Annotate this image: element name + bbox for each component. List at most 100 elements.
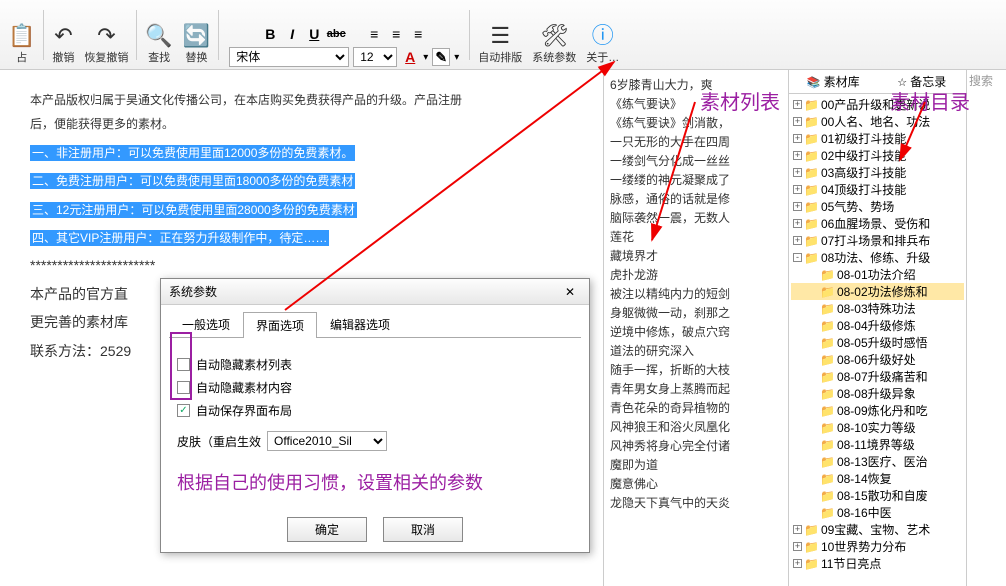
tree-item[interactable]: +📁00产品升级和更新说 <box>791 96 964 113</box>
list-item[interactable]: 身躯微微一动，刹那之 <box>610 304 782 321</box>
tab-general[interactable]: 一般选项 <box>169 311 243 337</box>
list-item[interactable]: 虎扑龙游 <box>610 266 782 283</box>
tree-item[interactable]: 📁08-10实力等级 <box>791 419 964 436</box>
list-item[interactable]: 逆境中修炼，破点穴窍 <box>610 323 782 340</box>
sysparam-button[interactable]: 🛠系统参数 <box>528 2 580 67</box>
checkbox-hide-list[interactable] <box>177 358 190 371</box>
tree-item[interactable]: +📁02中级打斗技能 <box>791 147 964 164</box>
list-item[interactable]: 莲花 <box>610 228 782 245</box>
tree-item[interactable]: 📁08-02功法修炼和 <box>791 283 964 300</box>
tab-editor[interactable]: 编辑器选项 <box>317 311 403 337</box>
tree-item[interactable]: +📁09宝藏、宝物、艺术 <box>791 521 964 538</box>
tree-item[interactable]: +📁07打斗场景和排兵布 <box>791 232 964 249</box>
list-item[interactable]: 《练气要诀》剑消散， <box>610 114 782 131</box>
tree-item[interactable]: 📁08-11境界等级 <box>791 436 964 453</box>
size-select[interactable]: 12 <box>353 47 397 67</box>
list-item[interactable]: 青年男女身上蒸腾而起 <box>610 380 782 397</box>
tree-item[interactable]: 📁08-07升级痛苦和 <box>791 368 964 385</box>
replace-button[interactable]: 🔄替换 <box>179 2 214 67</box>
list-item[interactable]: 龙隐天下真气中的天炎 <box>610 494 782 511</box>
tree-item[interactable]: +📁00人名、地名、功法 <box>791 113 964 130</box>
tree-item[interactable]: +📁04顶级打斗技能 <box>791 181 964 198</box>
align-right-button[interactable]: ≡ <box>409 25 427 43</box>
checkbox-save-layout[interactable]: ✓ <box>177 404 190 417</box>
autolayout-button[interactable]: ☰自动排版 <box>474 2 526 67</box>
expand-icon[interactable]: + <box>793 185 802 194</box>
undo-button[interactable]: ↶撤销 <box>48 2 78 67</box>
expand-icon[interactable]: + <box>793 559 802 568</box>
skin-select[interactable]: Office2010_Sil <box>267 431 387 451</box>
highlight-button[interactable]: ✎ <box>432 48 450 66</box>
find-button[interactable]: 🔍查找 <box>141 2 176 67</box>
expand-icon[interactable]: + <box>793 134 802 143</box>
tree[interactable]: +📁00产品升级和更新说+📁00人名、地名、功法+📁01初级打斗技能+📁02中级… <box>789 94 966 586</box>
tree-item[interactable]: +📁11节日亮点 <box>791 555 964 572</box>
list-item[interactable]: 脑际袭然一震，无数人 <box>610 209 782 226</box>
about-button[interactable]: ⓘ关于… <box>582 2 623 67</box>
list-item[interactable]: 一缕剑气分化成一丝丝 <box>610 152 782 169</box>
list-item[interactable]: 脉感，通俗的话就是修 <box>610 190 782 207</box>
list-item[interactable]: 6岁膝青山大力，爽 <box>610 76 782 93</box>
list-item[interactable]: 《练气要诀》 <box>610 95 782 112</box>
list-item[interactable]: 一只无形的大手在四周 <box>610 133 782 150</box>
list-item[interactable]: 魔即为道 <box>610 456 782 473</box>
italic-button[interactable]: I <box>283 25 301 43</box>
close-icon[interactable]: ✕ <box>559 285 581 299</box>
tab-memo[interactable]: ☆ 备忘录 <box>878 70 967 93</box>
tree-item[interactable]: 📁08-08升级异象 <box>791 385 964 402</box>
search-panel[interactable]: 搜索 <box>966 70 1006 586</box>
ok-button[interactable]: 确定 <box>287 517 367 542</box>
tree-item[interactable]: -📁08功法、修练、升级 <box>791 249 964 266</box>
list-item[interactable]: 被注以精纯内力的短剑 <box>610 285 782 302</box>
underline-button[interactable]: U <box>305 25 323 43</box>
align-center-button[interactable]: ≡ <box>387 25 405 43</box>
tree-item[interactable]: 📁08-15散功和自废 <box>791 487 964 504</box>
tree-item[interactable]: +📁10世界势力分布 <box>791 538 964 555</box>
tree-item[interactable]: 📁08-13医疗、医治 <box>791 453 964 470</box>
tree-item[interactable]: 📁08-16中医 <box>791 504 964 521</box>
tab-material-lib[interactable]: 📚 素材库 <box>789 70 878 93</box>
expand-icon[interactable]: + <box>793 117 802 126</box>
tree-item[interactable]: 📁08-06升级好处 <box>791 351 964 368</box>
expand-icon[interactable]: + <box>793 168 802 177</box>
tree-item[interactable]: 📁08-03特殊功法 <box>791 300 964 317</box>
tree-item[interactable]: +📁05气势、势场 <box>791 198 964 215</box>
list-item[interactable]: 风神秀将身心完全付诸 <box>610 437 782 454</box>
tree-item[interactable]: +📁03高级打斗技能 <box>791 164 964 181</box>
expand-icon[interactable]: + <box>793 100 802 109</box>
expand-icon[interactable]: + <box>793 219 802 228</box>
list-item[interactable]: 藏境界才 <box>610 247 782 264</box>
tab-ui[interactable]: 界面选项 <box>243 312 317 338</box>
tree-label: 11节日亮点 <box>821 555 881 572</box>
tree-item[interactable]: +📁06血腥场景、受伤和 <box>791 215 964 232</box>
expand-icon[interactable]: + <box>793 542 802 551</box>
list-item[interactable]: 风神狼王和浴火凤凰化 <box>610 418 782 435</box>
cancel-button[interactable]: 取消 <box>383 517 463 542</box>
dialog-titlebar[interactable]: 系统参数 ✕ <box>161 279 589 305</box>
align-left-button[interactable]: ≡ <box>365 25 383 43</box>
list-item[interactable]: 一缕缕的神元凝聚成了 <box>610 171 782 188</box>
tree-item[interactable]: 📁08-01功法介绍 <box>791 266 964 283</box>
expand-icon[interactable]: + <box>793 202 802 211</box>
tree-item[interactable]: 📁08-14恢复 <box>791 470 964 487</box>
list-item[interactable]: 随手一挥，折断的大枝 <box>610 361 782 378</box>
checkbox-hide-content[interactable] <box>177 381 190 394</box>
highlighted-text: 一、非注册用户：可以免费使用里面12000多份的免费素材。 <box>30 145 355 161</box>
tree-item[interactable]: 📁08-05升级时感悟 <box>791 334 964 351</box>
tree-item[interactable]: +📁01初级打斗技能 <box>791 130 964 147</box>
list-item[interactable]: 青色花朵的奇异植物的 <box>610 399 782 416</box>
bold-button[interactable]: B <box>261 25 279 43</box>
expand-icon[interactable]: - <box>793 253 802 262</box>
paste-button[interactable]: 📋占 <box>4 2 39 67</box>
expand-icon[interactable]: + <box>793 151 802 160</box>
list-item[interactable]: 道法的研究深入 <box>610 342 782 359</box>
list-item[interactable]: 魔意佛心 <box>610 475 782 492</box>
strike-button[interactable]: abc <box>327 25 345 43</box>
redo-button[interactable]: ↷恢复撤销 <box>80 2 132 67</box>
tree-item[interactable]: 📁08-09炼化丹和吃 <box>791 402 964 419</box>
expand-icon[interactable]: + <box>793 525 802 534</box>
font-select[interactable]: 宋体 <box>229 47 349 67</box>
font-color-button[interactable]: A <box>401 48 419 66</box>
expand-icon[interactable]: + <box>793 236 802 245</box>
tree-item[interactable]: 📁08-04升级修炼 <box>791 317 964 334</box>
